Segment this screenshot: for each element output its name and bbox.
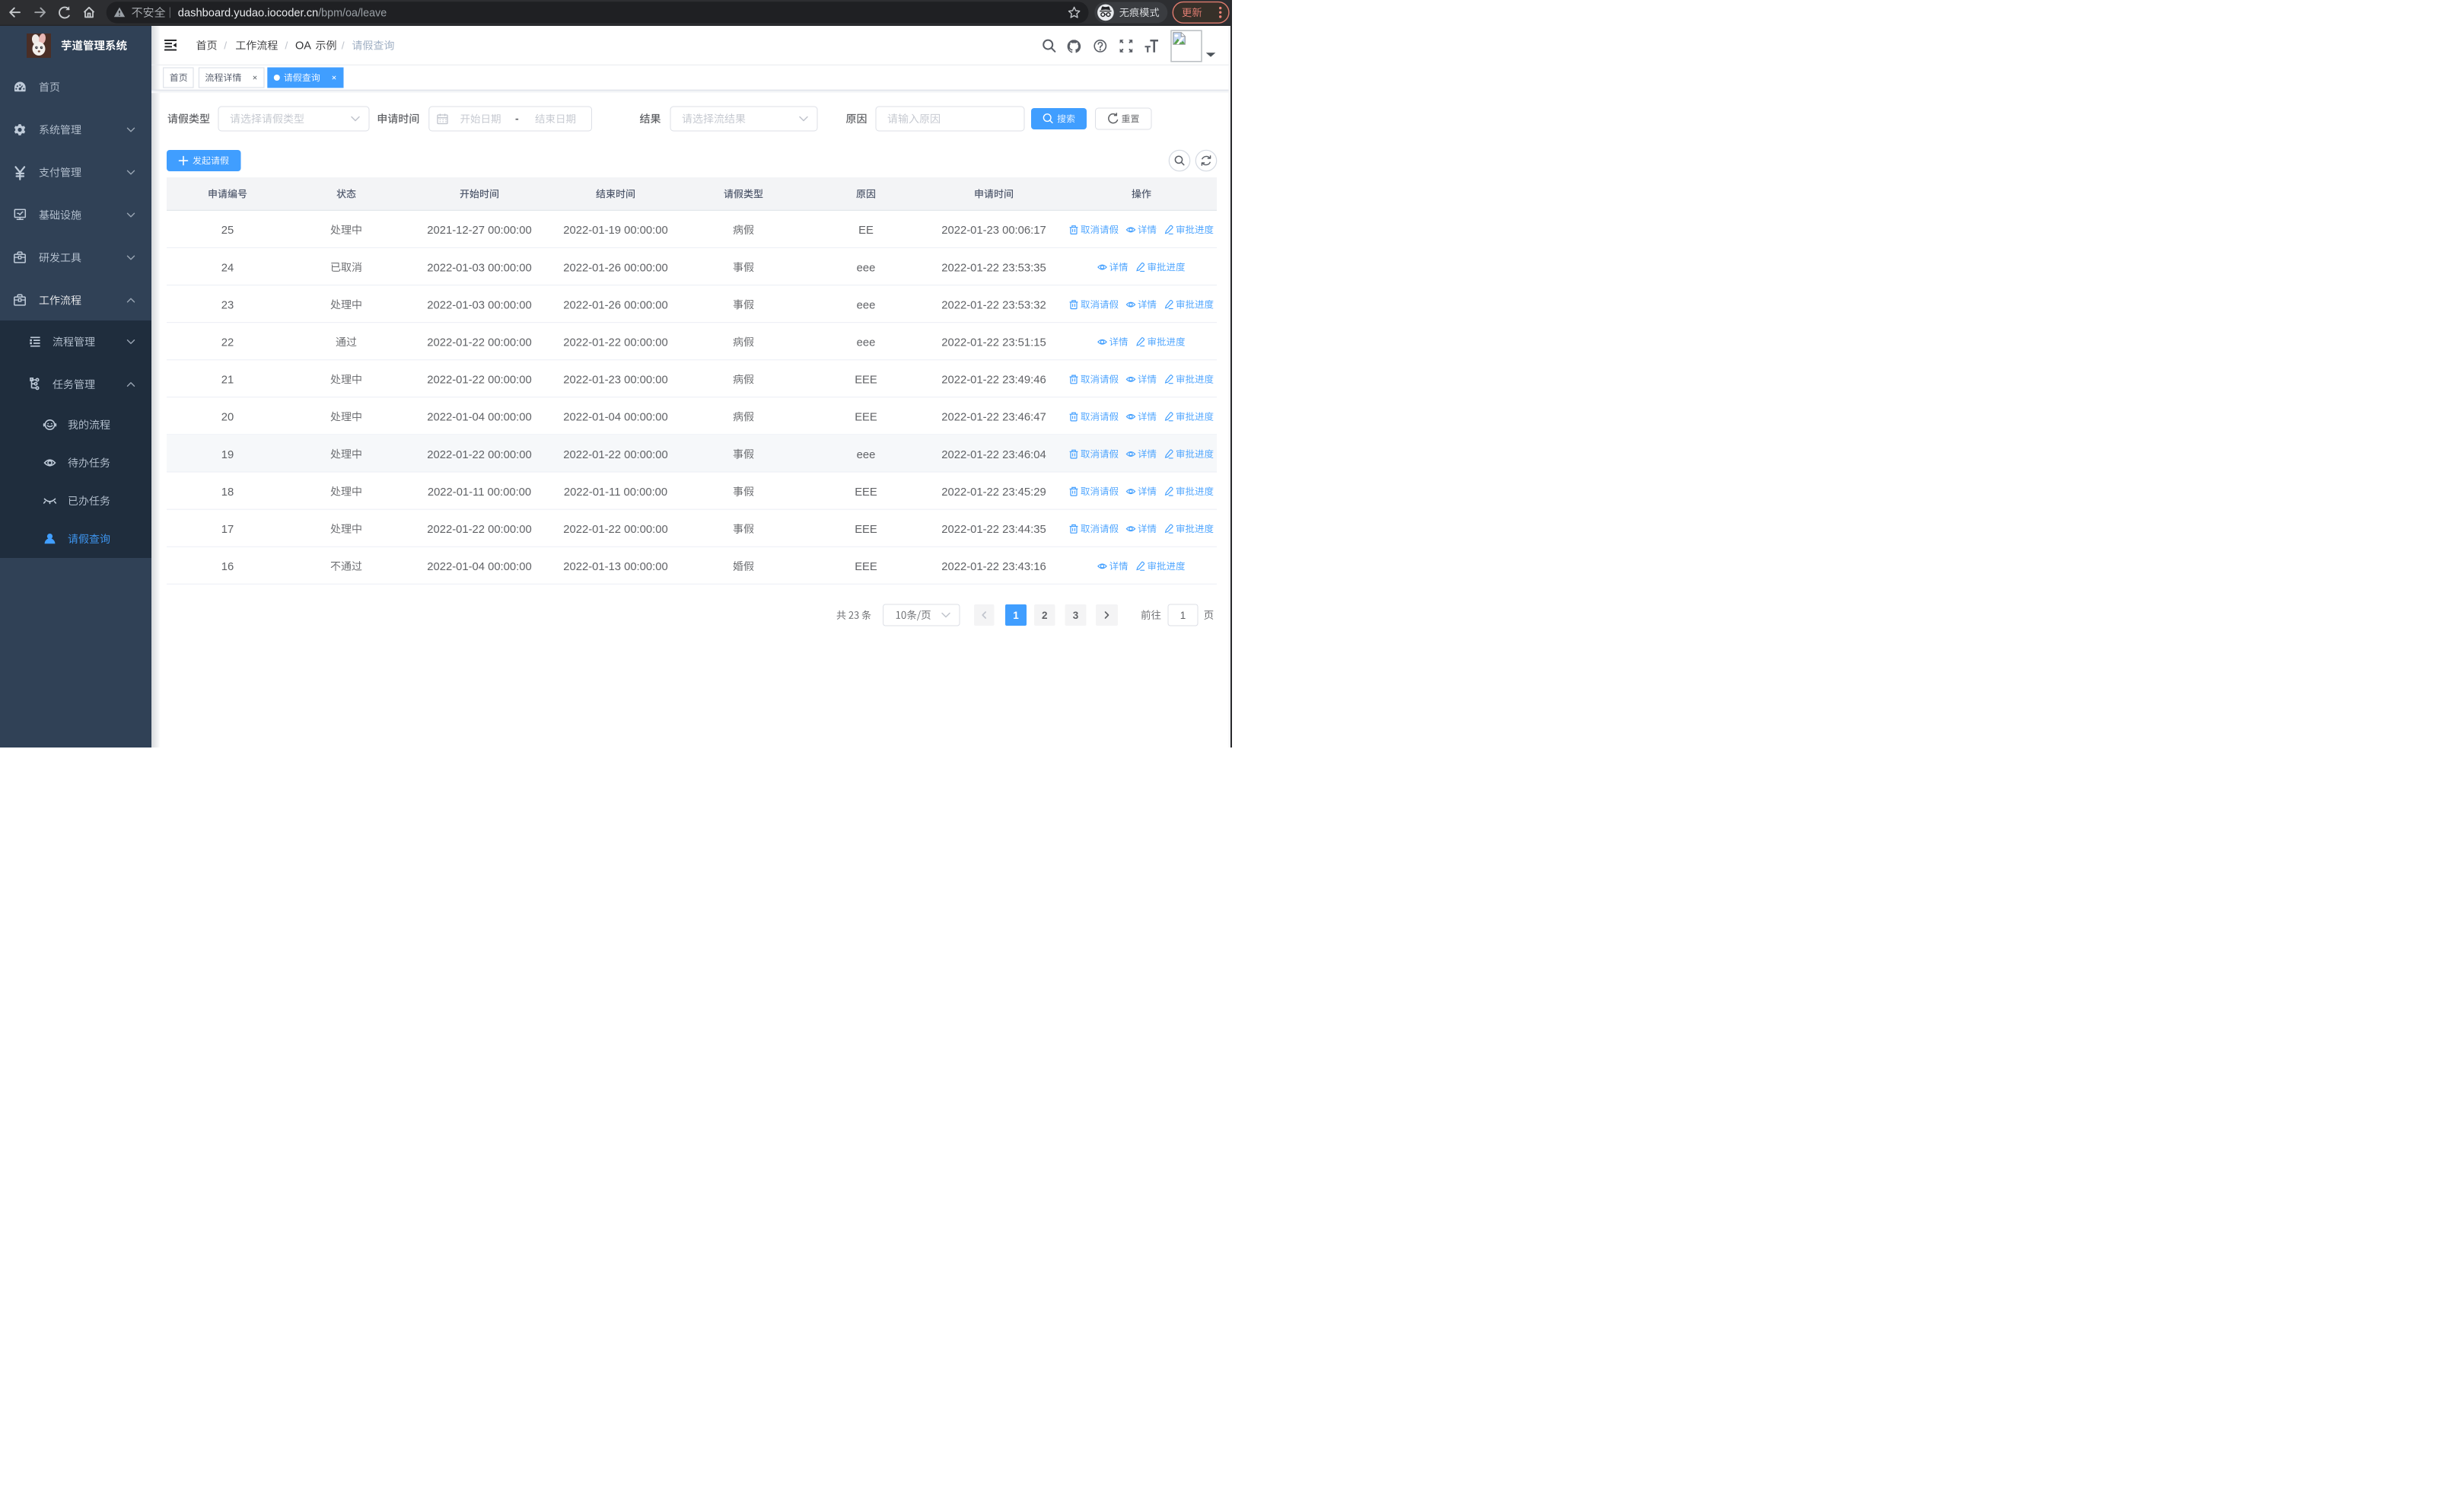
svg-text:eee: eee — [857, 299, 876, 311]
svg-text:1: 1 — [1180, 610, 1186, 621]
svg-text:/: / — [285, 40, 288, 52]
svg-text:/bpm/oa/leave: /bpm/oa/leave — [318, 7, 387, 20]
svg-text:/: / — [342, 40, 345, 52]
svg-text:2022-01-22 00:00:00: 2022-01-22 00:00:00 — [427, 449, 531, 461]
svg-text:EEE: EEE — [855, 524, 877, 536]
svg-text:EEE: EEE — [855, 561, 877, 573]
svg-text:2022-01-22 23:46:04: 2022-01-22 23:46:04 — [941, 449, 1046, 461]
svg-text:2021-12-27 00:00:00: 2021-12-27 00:00:00 — [427, 225, 531, 237]
svg-text:24: 24 — [221, 262, 234, 274]
svg-text:2022-01-11 00:00:00: 2022-01-11 00:00:00 — [428, 486, 531, 499]
svg-text:2022-01-26 00:00:00: 2022-01-26 00:00:00 — [563, 299, 667, 311]
svg-text:2022-01-22 00:00:00: 2022-01-22 00:00:00 — [427, 337, 531, 349]
svg-text:2022-01-19 00:00:00: 2022-01-19 00:00:00 — [563, 225, 667, 237]
svg-text:18: 18 — [221, 486, 234, 499]
svg-text:17: 17 — [221, 524, 234, 536]
svg-text:dashboard.yudao.iocoder.cn: dashboard.yudao.iocoder.cn — [178, 7, 318, 20]
svg-text:2022-01-22 00:00:00: 2022-01-22 00:00:00 — [427, 375, 531, 387]
svg-text:2022-01-22 23:49:46: 2022-01-22 23:49:46 — [941, 375, 1046, 387]
svg-text:2022-01-22 23:43:16: 2022-01-22 23:43:16 — [941, 561, 1046, 573]
svg-text:2022-01-26 00:00:00: 2022-01-26 00:00:00 — [563, 262, 667, 274]
svg-text:-: - — [515, 113, 519, 125]
svg-text:2022-01-22 00:00:00: 2022-01-22 00:00:00 — [563, 337, 667, 349]
svg-text:/: / — [224, 40, 227, 52]
svg-text:21: 21 — [221, 375, 234, 387]
svg-text:2022-01-04 00:00:00: 2022-01-04 00:00:00 — [427, 561, 531, 573]
svg-text:2022-01-11 00:00:00: 2022-01-11 00:00:00 — [564, 486, 667, 499]
svg-text:3: 3 — [1073, 610, 1079, 621]
svg-text:2022-01-22 23:53:32: 2022-01-22 23:53:32 — [941, 299, 1046, 311]
svg-text:eee: eee — [857, 337, 876, 349]
svg-text:2022-01-22 00:00:00: 2022-01-22 00:00:00 — [563, 449, 667, 461]
svg-text:2022-01-04 00:00:00: 2022-01-04 00:00:00 — [563, 412, 667, 424]
svg-text:20: 20 — [221, 412, 234, 424]
svg-text:2022-01-03 00:00:00: 2022-01-03 00:00:00 — [427, 262, 531, 274]
svg-text:OA: OA — [295, 40, 311, 53]
svg-text:2022-01-03 00:00:00: 2022-01-03 00:00:00 — [427, 299, 531, 311]
svg-text:eee: eee — [857, 449, 876, 461]
svg-text:2022-01-22 23:46:47: 2022-01-22 23:46:47 — [941, 412, 1046, 424]
svg-text:EEE: EEE — [855, 486, 877, 499]
svg-text:25: 25 — [221, 225, 234, 237]
svg-text:19: 19 — [221, 449, 234, 461]
svg-text:1: 1 — [1013, 610, 1019, 621]
svg-text:EEE: EEE — [855, 412, 877, 424]
svg-text:2022-01-22 23:45:29: 2022-01-22 23:45:29 — [941, 486, 1046, 499]
svg-text:2022-01-04 00:00:00: 2022-01-04 00:00:00 — [427, 412, 531, 424]
svg-text:EEE: EEE — [855, 375, 877, 387]
svg-text:23: 23 — [221, 299, 234, 311]
svg-text:EE: EE — [858, 225, 874, 237]
svg-text:2022-01-13 00:00:00: 2022-01-13 00:00:00 — [563, 561, 667, 573]
svg-text:2022-01-23 00:06:17: 2022-01-23 00:06:17 — [941, 225, 1046, 237]
svg-text:2022-01-22 23:51:15: 2022-01-22 23:51:15 — [941, 337, 1046, 349]
svg-text:eee: eee — [857, 262, 876, 274]
svg-text:16: 16 — [221, 561, 234, 573]
svg-text:2: 2 — [1042, 610, 1048, 621]
svg-text:2022-01-22 00:00:00: 2022-01-22 00:00:00 — [563, 524, 667, 536]
svg-text:2022-01-22 23:53:35: 2022-01-22 23:53:35 — [941, 262, 1046, 274]
svg-text:22: 22 — [221, 337, 234, 349]
svg-text:2022-01-22 00:00:00: 2022-01-22 00:00:00 — [427, 524, 531, 536]
svg-text:2022-01-23 00:00:00: 2022-01-23 00:00:00 — [563, 375, 667, 387]
svg-text:2022-01-22 23:44:35: 2022-01-22 23:44:35 — [941, 524, 1046, 536]
